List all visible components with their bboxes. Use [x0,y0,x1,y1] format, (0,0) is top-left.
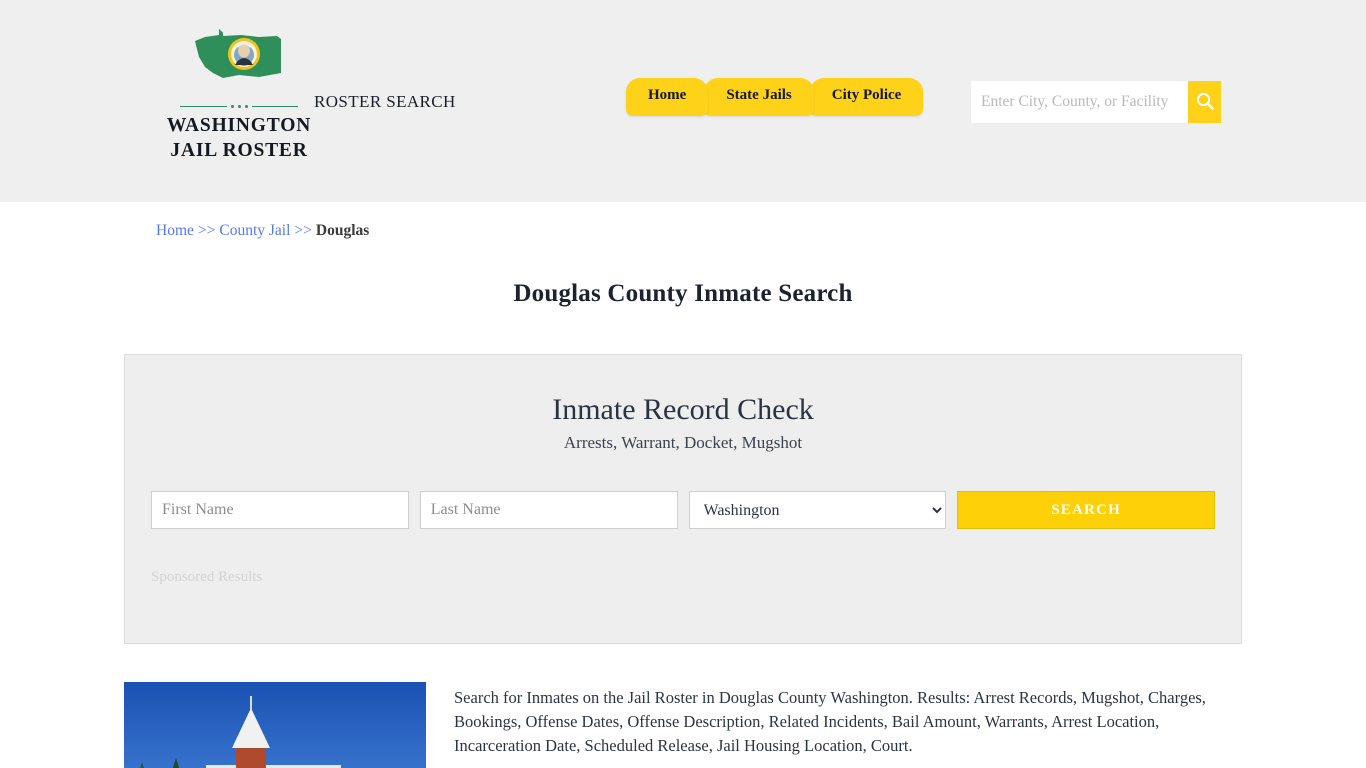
photo-tower-spire [232,708,270,748]
state-select[interactable]: Washington [688,491,947,529]
site-tagline: ROSTER SEARCH [314,92,456,111]
breadcrumb-item-current: Douglas [315,222,370,239]
washington-state-flag-icon [149,26,329,98]
photo-finial [250,696,252,710]
sponsored-results-label: Sponsored Results [151,569,263,585]
page-title: Douglas County Inmate Search [513,280,853,307]
page-content: Home >> County Jail >> Douglas Douglas Count… [124,202,1242,768]
breadcrumb-item-county-jail[interactable]: County Jail [219,222,290,239]
inmate-record-check-panel: Inmate Record Check Arrests, Warrant, Do… [124,354,1242,644]
photo-sky [124,682,426,768]
nav-tab-state-jails[interactable]: State Jails [704,78,814,116]
primary-navigation: Home State Jails City Police [626,78,924,116]
site-header: WASHINGTON JAIL ROSTER ROSTER SEARCH Hom… [0,0,1366,202]
record-check-subtitle: Arrests, Warrant, Docket, Mugshot [563,433,803,452]
logo-text: WASHINGTON JAIL ROSTER [149,113,329,163]
header-search-input[interactable] [971,81,1188,123]
photo-tower-base [236,746,266,768]
logo-line-2: JAIL ROSTER [170,140,308,161]
logo-line-1: WASHINGTON [166,115,312,136]
search-submit-button[interactable]: SEARCH [957,491,1215,529]
record-check-title: Inmate Record Check [552,393,814,426]
search-icon [1195,91,1215,114]
nav-tab-home[interactable]: Home [626,78,709,116]
header-search-button[interactable] [1188,81,1221,123]
header-search-box [971,81,1221,123]
nav-tab-city-police[interactable]: City Police [809,78,924,116]
breadcrumb-item-home[interactable]: Home [156,222,194,239]
site-logo[interactable]: WASHINGTON JAIL ROSTER [149,26,329,163]
inmate-search-form: Washington SEARCH [151,491,1215,529]
breadcrumb-separator-2: >> [294,222,312,239]
page-description: Search for Inmates on the Jail Roster in… [454,688,1206,755]
first-name-input[interactable] [151,491,409,529]
logo-divider [180,102,298,111]
photo-tree-2 [146,758,206,768]
douglas-county-courthouse-photo [124,682,426,768]
breadcrumb: Home >> County Jail >> Douglas [156,202,1242,240]
bottom-section: Search for Inmates on the Jail Roster in… [124,682,1242,768]
breadcrumb-separator-1: >> [197,222,216,239]
last-name-input[interactable] [419,491,678,529]
